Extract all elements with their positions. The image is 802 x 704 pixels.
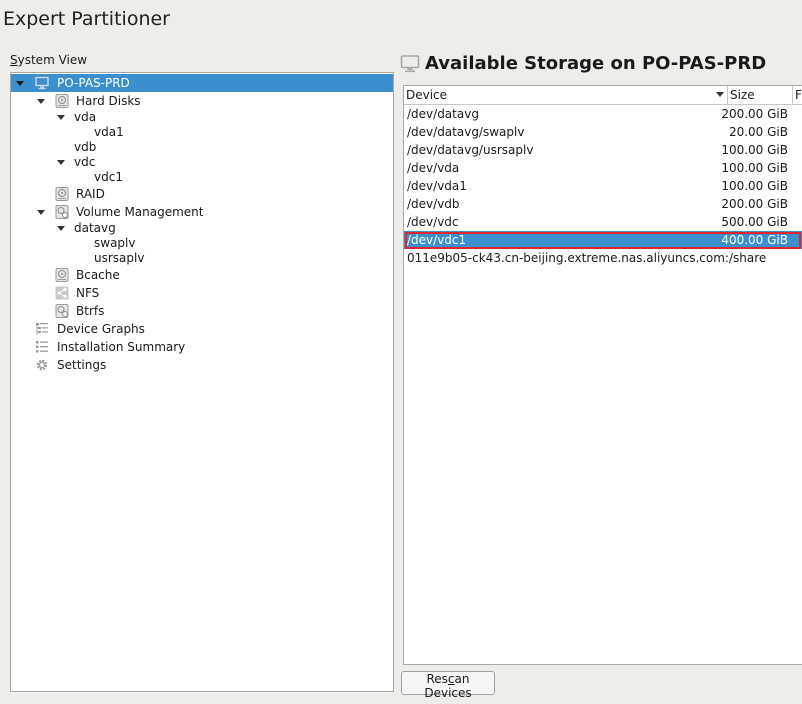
rescan-devices-button[interactable]: Rescan Devices: [401, 671, 495, 700]
table-row[interactable]: /dev/vdb 200.00 GiB: [404, 195, 802, 213]
tree-item-label: vdc1: [94, 170, 123, 184]
gear-icon: [36, 359, 48, 371]
tree-item-settings[interactable]: Settings: [11, 356, 393, 374]
tree-item-vdc1[interactable]: vdc1: [11, 168, 393, 186]
tree-item-label: RAID: [76, 187, 105, 201]
system-view-label: System View: [10, 53, 88, 67]
monitor-icon: [35, 76, 49, 90]
tree-item-installation-summary[interactable]: Installation Summary: [11, 338, 393, 356]
tree-item-btrfs[interactable]: Btrfs: [11, 302, 393, 320]
monitor-icon: [400, 55, 420, 73]
bcache-icon: [55, 268, 69, 282]
table-row[interactable]: /dev/vda 100.00 GiB: [404, 159, 802, 177]
storage-title: Available Storage on PO-PAS-PRD: [425, 53, 767, 74]
tree-item-usrsaplv[interactable]: usrsaplv: [11, 249, 393, 267]
column-header-device[interactable]: Device: [404, 86, 728, 104]
tree-item-label: Installation Summary: [57, 340, 186, 354]
tree-item-label: NFS: [76, 286, 100, 300]
table-row[interactable]: /dev/datavg/usrsaplv 100.00 GiB: [404, 141, 802, 159]
btrfs-icon: [55, 304, 69, 318]
sort-arrow-icon: [716, 92, 724, 97]
window-title: Expert Partitioner: [3, 8, 170, 30]
column-header-truncated[interactable]: F: [793, 86, 802, 104]
installation-summary-icon: [36, 341, 48, 353]
tree-item-device-graphs[interactable]: Device Graphs: [11, 320, 393, 338]
storage-table[interactable]: Device Size F /dev/datavg 200.00 GiB /dev…: [403, 85, 802, 665]
table-row[interactable]: /dev/datavg/swaplv 20.00 GiB: [404, 123, 802, 141]
volume-management-icon: [55, 205, 69, 219]
table-row[interactable]: /dev/vda1 100.00 GiB: [404, 177, 802, 195]
system-view-tree[interactable]: PO-PAS-PRD Hard Disks vda vda1 vdb vdc v…: [10, 72, 394, 692]
expand-arrow-icon[interactable]: [14, 74, 26, 92]
tree-item-label: PO-PAS-PRD: [57, 76, 130, 90]
tree-item-nfs[interactable]: NFS: [11, 284, 393, 302]
table-row[interactable]: /dev/datavg 200.00 GiB: [404, 105, 802, 123]
tree-item-bcache[interactable]: Bcache: [11, 266, 393, 284]
hard-disk-icon: [55, 94, 69, 108]
tree-item-raid[interactable]: RAID: [11, 185, 393, 203]
nfs-share-icon: [55, 286, 69, 300]
table-row[interactable]: /dev/vdc 500.00 GiB: [404, 213, 802, 231]
tree-item-label: Device Graphs: [57, 322, 145, 336]
system-view-accel: S: [10, 53, 18, 67]
tree-item-system[interactable]: PO-PAS-PRD: [11, 74, 393, 92]
device-graphs-icon: [36, 323, 48, 335]
tree-item-label: usrsaplv: [94, 251, 145, 265]
tree-item-label: Settings: [57, 358, 107, 372]
tree-item-label: Btrfs: [76, 304, 105, 318]
table-row-selected[interactable]: /dev/vdc1 400.00 GiB: [404, 231, 802, 249]
table-header: Device Size F: [404, 86, 802, 105]
raid-icon: [55, 187, 69, 201]
table-row[interactable]: 011e9b05-ck43.cn-beijing.extreme.nas.ali…: [404, 249, 802, 267]
tree-item-label: Bcache: [76, 268, 120, 282]
column-header-size[interactable]: Size: [728, 86, 793, 104]
